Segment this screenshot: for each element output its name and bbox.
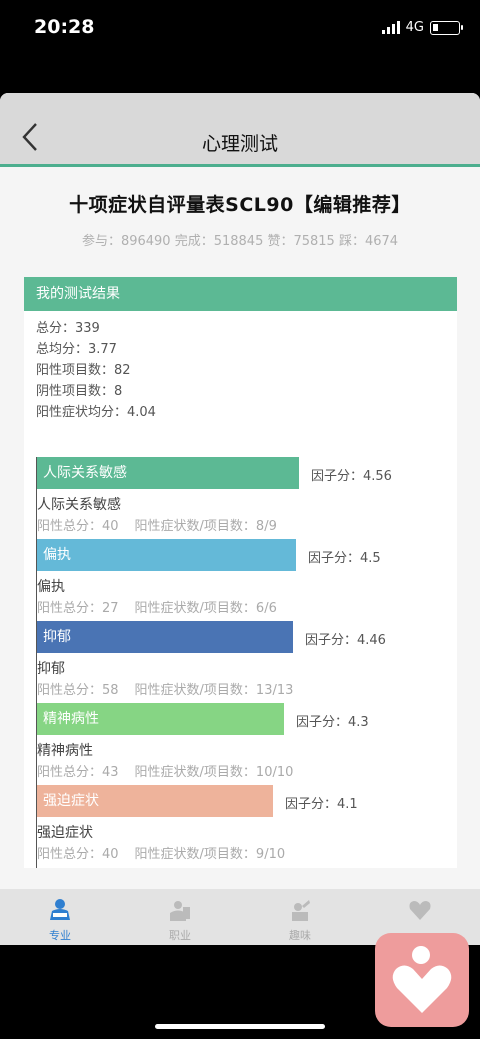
heart-person-icon bbox=[392, 946, 452, 1013]
tab-label: 趣味 bbox=[289, 929, 311, 942]
positive-ratio: 阳性症状数/项目数：9/10 bbox=[134, 847, 286, 862]
home-indicator[interactable] bbox=[155, 1024, 325, 1029]
factor-bar: 精神病性 bbox=[37, 703, 284, 735]
factor-detail: 阳性总分：40 阳性症状数/项目数：9/10 bbox=[37, 843, 301, 862]
factor-name: 人际关系敏感 bbox=[37, 497, 121, 513]
tab-professional[interactable]: 专业 bbox=[0, 889, 120, 945]
positive-total: 阳性总分：58 bbox=[37, 683, 119, 698]
positive-total: 阳性总分：27 bbox=[37, 601, 119, 616]
fun-icon bbox=[292, 900, 310, 921]
factor-bar: 抑郁 bbox=[37, 621, 293, 653]
factor-score: 因子分：4.46 bbox=[305, 633, 386, 648]
floating-heart-button[interactable] bbox=[375, 933, 469, 1027]
positive-ratio: 阳性症状数/项目数：10/10 bbox=[134, 765, 294, 780]
positive-ratio: 阳性症状数/项目数：8/9 bbox=[134, 519, 277, 534]
result-summary: 总分：339 总均分：3.77 阳性项目数：82 阴性项目数：8 阳性症状均分：… bbox=[24, 311, 457, 430]
negative-items: 阴性项目数：8 bbox=[36, 384, 123, 399]
factor-detail: 阳性总分：43 阳性症状数/项目数：10/10 bbox=[37, 761, 309, 780]
factor-score: 因子分：4.3 bbox=[296, 715, 369, 730]
briefcase-icon bbox=[170, 901, 190, 921]
factor-bar: 人际关系敏感 bbox=[37, 457, 299, 489]
reader-icon bbox=[50, 899, 70, 920]
status-indicators: 4G bbox=[381, 20, 463, 35]
factor-score: 因子分：4.56 bbox=[311, 469, 392, 484]
factor-name: 强迫症状 bbox=[37, 825, 93, 841]
factor-row: 精神病性 因子分：4.3 精神病性 阳性总分：43 阳性症状数/项目数：10/10 bbox=[36, 703, 457, 785]
factor-row: 抑郁 因子分：4.46 抑郁 阳性总分：58 阳性症状数/项目数：13/13 bbox=[36, 621, 457, 703]
factor-score: 因子分：4.5 bbox=[308, 551, 381, 566]
factor-name: 抑郁 bbox=[37, 661, 65, 677]
app-window: 心理测试 十项症状自评量表SCL90【编辑推荐】 参与：896490 完成：51… bbox=[0, 93, 480, 945]
tab-career[interactable]: 职业 bbox=[120, 889, 240, 945]
factor-row: 偏执 因子分：4.5 偏执 阳性总分：27 阳性症状数/项目数：6/6 bbox=[36, 539, 457, 621]
battery-icon bbox=[430, 20, 463, 35]
signal-icon bbox=[381, 21, 400, 34]
positive-total: 阳性总分：43 bbox=[37, 765, 119, 780]
total-score: 总分：339 bbox=[36, 321, 100, 336]
factor-name: 精神病性 bbox=[37, 743, 93, 759]
factor-bar: 偏执 bbox=[37, 539, 296, 571]
positive-average: 阳性症状均分：4.04 bbox=[36, 405, 156, 420]
network-label: 4G bbox=[405, 20, 424, 35]
result-header: 我的测试结果 bbox=[24, 277, 457, 311]
positive-total: 阳性总分：40 bbox=[37, 847, 119, 862]
heart-icon bbox=[409, 901, 431, 920]
positive-total: 阳性总分：40 bbox=[37, 519, 119, 534]
positive-items: 阳性项目数：82 bbox=[36, 363, 131, 378]
content-scroll[interactable]: 十项症状自评量表SCL90【编辑推荐】 参与：896490 完成：518845 … bbox=[0, 170, 480, 868]
page-title: 心理测试 bbox=[201, 133, 278, 155]
positive-ratio: 阳性症状数/项目数：13/13 bbox=[134, 683, 294, 698]
average-score: 总均分：3.77 bbox=[36, 342, 117, 357]
test-title: 十项症状自评量表SCL90【编辑推荐】 bbox=[69, 194, 411, 216]
factor-row: 人际关系敏感 因子分：4.56 人际关系敏感 阳性总分：40 阳性症状数/项目数：… bbox=[36, 457, 457, 539]
factor-detail: 阳性总分：27 阳性症状数/项目数：6/6 bbox=[37, 597, 293, 616]
factor-chart: 人际关系敏感 因子分：4.56 人际关系敏感 阳性总分：40 阳性症状数/项目数：… bbox=[36, 457, 457, 868]
tab-label: 职业 bbox=[169, 929, 191, 942]
tab-fun[interactable]: 趣味 bbox=[240, 889, 360, 945]
factor-detail: 阳性总分：40 阳性症状数/项目数：8/9 bbox=[37, 515, 293, 534]
test-stats: 参与：896490 完成：518845 赞：75815 踩：4674 bbox=[81, 234, 399, 249]
tab-label: 专业 bbox=[49, 929, 71, 942]
factor-score: 因子分：4.1 bbox=[285, 797, 358, 812]
factor-bar: 强迫症状 bbox=[37, 785, 273, 817]
status-time: 20:28 bbox=[34, 16, 95, 38]
nav-bar: 心理测试 bbox=[0, 93, 480, 167]
result-card: 我的测试结果 总分：339 总均分：3.77 阳性项目数：82 阴性项目数：8 … bbox=[24, 277, 457, 868]
factor-row: 强迫症状 因子分：4.1 强迫症状 阳性总分：40 阳性症状数/项目数：9/10 bbox=[36, 785, 457, 867]
positive-ratio: 阳性症状数/项目数：6/6 bbox=[134, 601, 277, 616]
factor-name: 偏执 bbox=[37, 579, 65, 595]
factor-detail: 阳性总分：58 阳性症状数/项目数：13/13 bbox=[37, 679, 309, 698]
status-bar: 20:28 4G bbox=[0, 0, 480, 60]
